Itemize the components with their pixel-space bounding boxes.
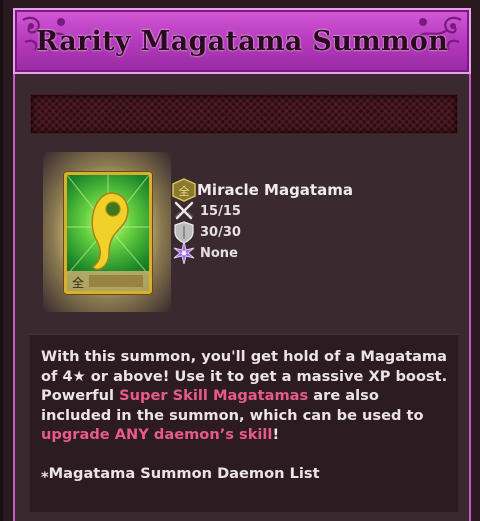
summon-window: Rarity Magatama Summon 全 全 Miracle Magat… [0,0,480,521]
svg-text:全: 全 [179,184,190,198]
upgrade-skill-link[interactable]: upgrade ANY daemon’s skill [41,426,272,443]
attack-value: 15/15 [200,203,241,219]
super-skill-link[interactable]: Super Skill Magatamas [119,387,308,404]
title-bar: Rarity Magatama Summon [13,8,471,74]
description-box: With this summon, you'll get hold of a M… [30,334,458,512]
skill-value: None [200,245,238,261]
defense-value: 30/30 [200,224,241,240]
magatama-icon: 全 [67,175,149,291]
card-glyph: 全 [72,275,84,290]
item-name: Miracle Magatama [197,181,353,199]
page-title: Rarity Magatama Summon [35,26,449,57]
skill-row: None [171,241,238,265]
banner-strip [30,94,458,134]
purple-star-icon [173,241,195,265]
magatama-card[interactable]: 全 [64,172,152,294]
description-text: ! [272,426,280,443]
daemon-list-link[interactable]: ⁎Magatama Summon Daemon List [41,464,448,484]
